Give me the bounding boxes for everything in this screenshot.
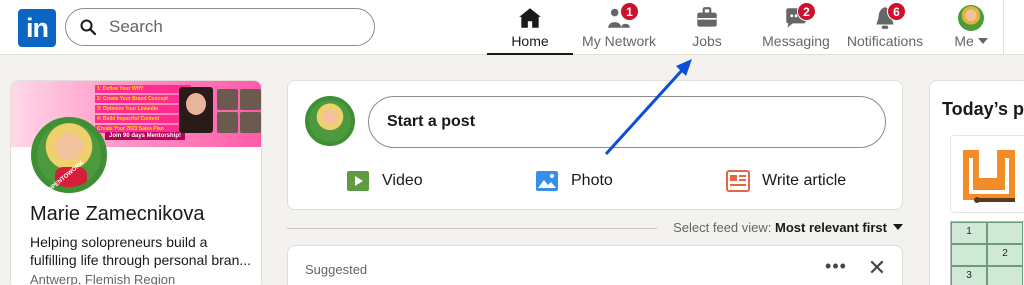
nav-my-network-label: My Network	[582, 33, 656, 49]
nav-messaging[interactable]: 2 Messaging	[758, 0, 834, 54]
search-input[interactable]	[109, 15, 359, 39]
suggested-label: Suggested	[305, 262, 368, 277]
feed-sort-selector[interactable]: Select feed view: Most relevant first	[287, 220, 903, 236]
profile-location: Antwerp, Flemish Region	[30, 272, 176, 285]
banner-step: 3: Optimize Your LinkedIn	[95, 105, 191, 113]
nav-me[interactable]: Me	[946, 0, 996, 54]
notifications-badge: 6	[887, 2, 906, 21]
nav-notifications[interactable]: 6 Notifications	[843, 0, 927, 54]
nav-my-network[interactable]: 1 My Network	[578, 0, 660, 54]
banner-step: 4: Build Impactful Content	[95, 115, 191, 123]
search-bar[interactable]	[65, 8, 375, 46]
my-network-badge: 1	[620, 2, 639, 21]
top-navigation-bar: in Home 1 My Network Jobs 2 Messaging 6 …	[0, 0, 1024, 55]
share-box: Start a post Video Photo Write article	[287, 80, 903, 210]
nav-notifications-label: Notifications	[846, 33, 924, 49]
nav-divider	[1003, 0, 1004, 55]
write-article-button[interactable]: Write article	[726, 167, 846, 195]
profile-headline: Helping solopreneurs build a fulfilling …	[30, 234, 252, 268]
pinpoint-puzzle-icon	[963, 150, 1015, 203]
nav-home[interactable]: Home	[487, 0, 573, 55]
banner-cta: Join 90 days Mentorship!	[105, 132, 186, 140]
feed-sort-label: Select feed view:	[673, 220, 772, 235]
banner-video-grid	[217, 89, 261, 133]
share-avatar[interactable]	[305, 96, 355, 146]
active-tab-indicator	[487, 53, 573, 55]
puzzle-cell: 2	[987, 244, 1023, 266]
puzzle-game-thumbnail-1[interactable]	[950, 135, 1024, 213]
puzzle-cell: 3	[951, 266, 987, 285]
caret-down-icon	[893, 224, 903, 230]
linkedin-logo[interactable]: in	[18, 9, 56, 47]
nav-jobs-label: Jobs	[692, 33, 722, 49]
photo-button[interactable]: Photo	[535, 167, 613, 195]
video-icon	[347, 171, 369, 191]
jobs-icon	[697, 7, 717, 27]
more-options-icon[interactable]: •••	[824, 256, 848, 280]
nav-messaging-label: Messaging	[762, 33, 830, 49]
search-icon	[80, 19, 96, 35]
write-article-label: Write article	[762, 172, 847, 189]
feed-sort-value: Most relevant first	[775, 220, 887, 235]
profile-name[interactable]: Marie Zamecnikova	[30, 203, 205, 226]
home-icon	[519, 8, 541, 28]
puzzle-cell	[987, 266, 1023, 285]
nav-jobs[interactable]: Jobs	[670, 0, 744, 54]
banner-photo	[179, 87, 213, 133]
article-icon	[726, 170, 750, 192]
me-avatar	[958, 5, 984, 31]
todays-puzzles-card: Today’s pu 1 2 3	[929, 80, 1024, 285]
banner-step: 2: Create Your Brand Concept	[95, 95, 191, 103]
profile-card: 1: Define Your WHY 2: Create Your Brand …	[10, 80, 262, 285]
banner-step: 1: Define Your WHY	[95, 85, 191, 93]
annotation-arrow	[604, 59, 692, 156]
messaging-badge: 2	[797, 2, 816, 21]
nav-home-label: Home	[511, 33, 549, 49]
profile-avatar[interactable]	[31, 117, 107, 193]
puzzles-title: Today’s pu	[942, 99, 1024, 119]
close-icon[interactable]: ✕	[865, 256, 889, 280]
video-label: Video	[382, 172, 423, 189]
video-button[interactable]: Video	[346, 167, 423, 195]
photo-label: Photo	[571, 172, 613, 189]
puzzle-cell	[951, 244, 987, 266]
puzzle-game-thumbnail-2[interactable]: 1 2 3	[950, 221, 1024, 285]
puzzle-cell: 1	[951, 222, 987, 244]
suggested-post-card: Suggested ••• ✕	[287, 245, 903, 285]
puzzle-cell	[987, 222, 1023, 244]
banner-steps-list: 1: Define Your WHY 2: Create Your Brand …	[95, 85, 191, 135]
chevron-down-icon	[977, 38, 988, 44]
photo-icon	[536, 171, 558, 191]
nav-me-label: Me	[946, 33, 996, 49]
